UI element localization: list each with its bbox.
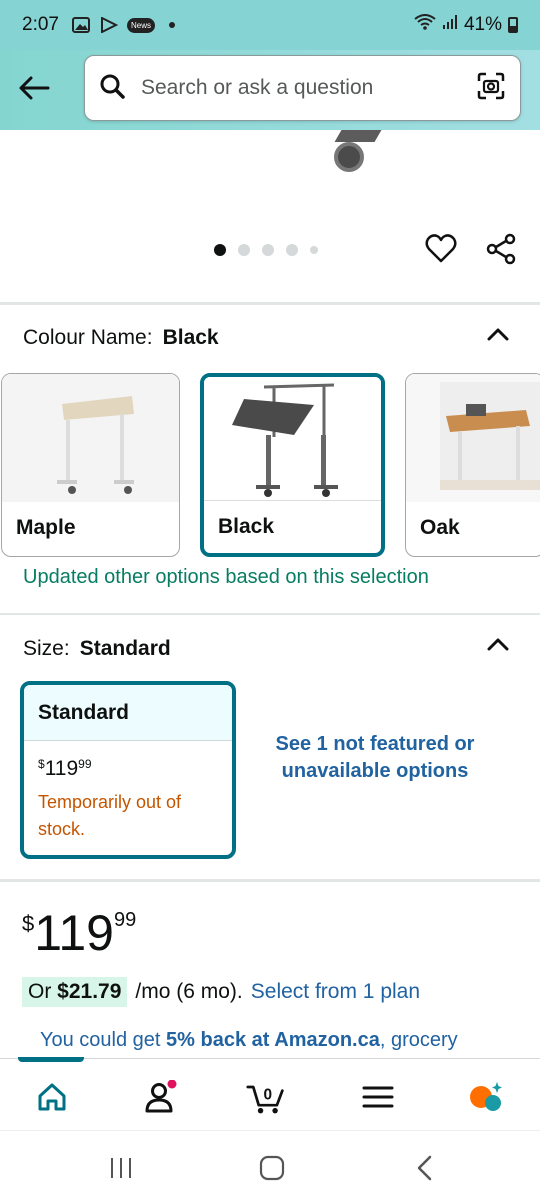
colour-collapse-chevron-icon[interactable]	[484, 324, 512, 344]
search-input[interactable]	[141, 76, 476, 100]
carousel-dot	[286, 244, 298, 256]
product-image	[334, 130, 382, 142]
colour-swatch-black[interactable]: Black	[200, 373, 385, 557]
news-icon: News	[126, 17, 155, 33]
product-price: $ 119 99	[22, 905, 136, 961]
product-image-area[interactable]	[0, 130, 540, 302]
share-icon[interactable]	[484, 232, 518, 266]
play-icon	[99, 16, 119, 34]
cart-tab[interactable]: 0	[246, 1077, 286, 1117]
product-image-caster	[334, 142, 364, 172]
status-bar: 2:07 News 41%	[0, 0, 540, 50]
status-right: 41%	[414, 14, 518, 36]
cart-count: 0	[264, 1087, 273, 1104]
account-tab[interactable]	[140, 1077, 180, 1117]
carousel-dot	[310, 246, 318, 254]
size-value: Standard	[79, 637, 171, 660]
size-section-label: Size: Standard	[23, 637, 171, 661]
installment-term: /mo (6 mo).	[135, 980, 243, 1003]
promo-pre: You could get	[40, 1029, 161, 1051]
colour-swatch-maple[interactable]: Maple	[1, 373, 180, 557]
home-tab[interactable]	[32, 1077, 72, 1117]
carousel-dot	[262, 244, 274, 256]
notification-icons: News	[71, 16, 175, 34]
camera-scan-icon[interactable]	[476, 71, 506, 106]
swatch-label: Maple	[16, 516, 76, 539]
size-price-symbol: $	[38, 757, 45, 771]
installment-badge: Or $21.79	[22, 977, 128, 1007]
wishlist-heart-icon[interactable]	[424, 232, 458, 266]
rufus-assistant-tab[interactable]	[466, 1077, 506, 1117]
size-price-fraction: 99	[78, 757, 92, 771]
carousel-dots	[214, 244, 318, 256]
black-desk-thumbnail	[204, 377, 381, 501]
back-arrow-icon	[19, 76, 50, 100]
colour-swatch-oak[interactable]: Oak	[405, 373, 540, 557]
header	[0, 50, 540, 130]
menu-tab[interactable]	[358, 1077, 398, 1117]
maple-desk-thumbnail	[2, 374, 179, 502]
price-whole: 119	[34, 905, 114, 961]
see-unavailable-options-link[interactable]: See 1 not featured or unavailable option…	[270, 731, 480, 785]
installment-amount: $21.79	[57, 980, 122, 1003]
battery-text: 41%	[463, 14, 502, 35]
cashback-promo[interactable]: You could get 5% back at Amazon.ca, groc…	[40, 1029, 458, 1052]
system-navigation-bar	[0, 1130, 540, 1200]
home-circle-icon	[259, 1155, 285, 1181]
size-price-whole: 119	[44, 757, 79, 780]
size-option-title: Standard	[24, 685, 232, 741]
home-icon	[38, 1083, 66, 1111]
back-button[interactable]	[14, 68, 54, 108]
wifi-icon	[414, 14, 436, 36]
swatch-label: Black	[218, 515, 275, 538]
select-plan-link[interactable]: Select from 1 plan	[251, 980, 420, 1004]
size-option-price: $11999	[24, 741, 232, 781]
cart-icon: 0	[246, 1085, 284, 1114]
divider	[0, 302, 540, 305]
carousel-dot	[214, 244, 226, 256]
recent-apps-icon	[111, 1158, 131, 1178]
gallery-icon	[71, 16, 91, 34]
swatch-label: Oak	[420, 516, 460, 539]
stock-status: Temporarily out of stock.	[38, 792, 182, 839]
colour-label: Colour Name:	[23, 326, 153, 349]
divider	[0, 879, 540, 882]
active-tab-indicator	[18, 1057, 84, 1062]
account-icon	[145, 1080, 177, 1113]
divider	[0, 613, 540, 615]
bottom-navigation: 0	[0, 1057, 540, 1130]
more-notifications-icon	[169, 22, 175, 28]
search-box[interactable]	[84, 55, 521, 121]
system-back-button[interactable]	[410, 1153, 440, 1183]
promo-post: , grocery	[379, 1029, 458, 1051]
price-fraction: 99	[113, 909, 137, 931]
size-collapse-chevron-icon[interactable]	[484, 634, 512, 654]
search-icon	[99, 73, 125, 104]
size-label: Size:	[23, 637, 70, 660]
signal-icon	[442, 14, 458, 36]
selection-update-note: Updated other options based on this sele…	[23, 566, 429, 588]
hamburger-menu-icon	[362, 1086, 394, 1108]
carousel-dot	[238, 244, 250, 256]
rufus-assistant-icon	[470, 1082, 502, 1111]
installment-plan: Or $21.79 /mo (6 mo). Select from 1 plan	[22, 977, 420, 1007]
status-time: 2:07	[22, 14, 59, 35]
price-symbol: $	[22, 911, 35, 936]
oak-desk-thumbnail	[406, 374, 540, 502]
home-button[interactable]	[257, 1153, 287, 1183]
colour-value: Black	[162, 326, 219, 349]
back-chevron-icon	[417, 1155, 432, 1181]
colour-section-label: Colour Name: Black	[23, 326, 219, 350]
recent-apps-button[interactable]	[106, 1153, 136, 1183]
size-option-standard[interactable]: Standard $11999 Temporarily out of stock…	[20, 681, 236, 859]
battery-icon	[508, 17, 518, 33]
promo-highlight: 5% back at Amazon.ca	[166, 1029, 380, 1051]
installment-prefix: Or	[28, 980, 52, 1003]
